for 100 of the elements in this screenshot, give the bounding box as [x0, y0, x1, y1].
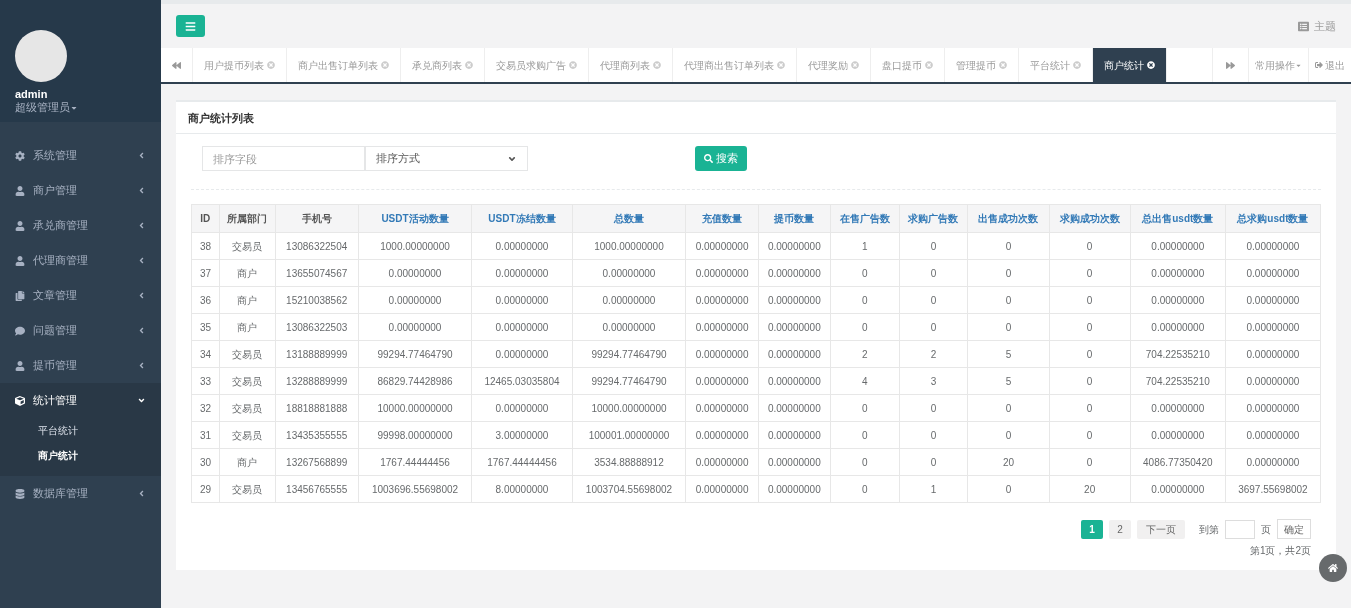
table-cell: 0.00000000 — [758, 367, 831, 395]
table-cell: 4086.77350420 — [1130, 448, 1226, 476]
sort-order-select[interactable]: 排序方式 — [365, 146, 528, 171]
column-header[interactable]: 求购成功次数 — [1049, 204, 1131, 233]
table-cell: 0.00000000 — [758, 259, 831, 287]
sidebar-item[interactable]: 统计管理 — [0, 383, 161, 418]
table-cell: 5 — [967, 340, 1050, 368]
table-cell: 13086322504 — [275, 232, 359, 260]
close-icon — [999, 61, 1007, 69]
table-cell: 交易员 — [219, 340, 276, 368]
user-name: admin — [15, 88, 49, 101]
table-cell: 0.00000000 — [685, 394, 759, 422]
menu-icon — [185, 20, 196, 32]
user-icon — [15, 220, 25, 231]
actions-dropdown[interactable]: 常用操作 — [1248, 48, 1308, 82]
table-cell: 8.00000000 — [471, 475, 572, 503]
table-cell: 32 — [191, 394, 220, 422]
user-icon — [15, 185, 25, 196]
column-header: 所属部门 — [219, 204, 276, 233]
table-cell: 0.00000000 — [572, 286, 686, 314]
submenu-item[interactable]: 平台统计 — [0, 418, 161, 443]
column-header[interactable]: 出售成功次数 — [967, 204, 1050, 233]
table-cell: 29 — [191, 475, 220, 503]
table-cell: 0.00000000 — [758, 475, 831, 503]
table-cell: 0.00000000 — [1225, 367, 1321, 395]
back-to-top-button[interactable] — [1319, 554, 1347, 582]
chevron-left-icon — [137, 326, 146, 335]
theme-icon — [1298, 20, 1309, 32]
table-cell: 30 — [191, 448, 220, 476]
logout-button[interactable]: 退出 — [1308, 48, 1351, 82]
table-cell: 0.00000000 — [1225, 286, 1321, 314]
table-cell: 0.00000000 — [685, 232, 759, 260]
sidebar-item[interactable]: 文章管理 — [0, 278, 161, 313]
page-tab[interactable]: 管理提币 — [945, 48, 1019, 82]
menu-button[interactable] — [176, 15, 205, 37]
table-cell: 0.00000000 — [1225, 232, 1321, 260]
table-cell: 13267568899 — [275, 448, 359, 476]
sidebar-item[interactable]: 代理商管理 — [0, 243, 161, 278]
page-tab[interactable]: 用户提币列表 — [193, 48, 287, 82]
sort-field-input[interactable]: 排序字段 — [202, 146, 365, 171]
table-cell: 33 — [191, 367, 220, 395]
table-cell: 37 — [191, 259, 220, 287]
page-tab[interactable]: 商户出售订单列表 — [287, 48, 401, 82]
column-header[interactable]: 总求购usdt数量 — [1225, 204, 1321, 233]
table-cell: 交易员 — [219, 421, 276, 449]
table-cell: 1767.44444456 — [358, 448, 472, 476]
table-cell: 0.00000000 — [358, 313, 472, 341]
column-header[interactable]: 总出售usdt数量 — [1130, 204, 1226, 233]
page-unit-label: 页 — [1261, 522, 1271, 537]
column-header[interactable]: USDT活动数量 — [358, 204, 472, 233]
table-cell: 13188889999 — [275, 340, 359, 368]
page-number-input[interactable] — [1225, 519, 1255, 539]
sidebar-item[interactable]: 提币管理 — [0, 348, 161, 383]
table-cell: 0.00000000 — [685, 367, 759, 395]
table-cell: 0.00000000 — [1225, 259, 1321, 287]
page-tab[interactable]: 代理商列表 — [589, 48, 673, 82]
column-header: ID — [191, 204, 220, 233]
sidebar-item[interactable]: 承兑商管理 — [0, 208, 161, 243]
search-button[interactable]: 搜索 — [695, 146, 747, 171]
column-header[interactable]: 在售广告数 — [830, 204, 900, 233]
column-header[interactable]: 充值数量 — [685, 204, 759, 233]
close-icon — [267, 61, 275, 69]
table-cell: 99294.77464790 — [572, 367, 686, 395]
page-tab[interactable]: 盘口提币 — [871, 48, 945, 82]
role-dropdown[interactable]: 超级管理员 — [15, 101, 78, 114]
table-cell: 0.00000000 — [685, 475, 759, 503]
sidebar-item[interactable]: 问题管理 — [0, 313, 161, 348]
search-icon — [704, 154, 713, 163]
table-cell: 0.00000000 — [471, 232, 572, 260]
table-cell: 商户 — [219, 448, 276, 476]
column-header[interactable]: USDT冻结数量 — [471, 204, 572, 233]
table-cell: 0.00000000 — [1130, 394, 1226, 422]
sidebar-item[interactable]: 系统管理 — [0, 138, 161, 173]
page-tab[interactable]: 交易员求购广告 — [485, 48, 589, 82]
page-tab[interactable]: 代理奖励 — [797, 48, 871, 82]
table-cell: 10000.00000000 — [572, 394, 686, 422]
database-icon — [15, 488, 25, 499]
table-cell: 商户 — [219, 313, 276, 341]
page-tab[interactable]: 承兑商列表 — [401, 48, 485, 82]
theme-button[interactable]: 主题 — [1298, 17, 1336, 35]
sidebar-item[interactable]: 商户管理 — [0, 173, 161, 208]
table-cell: 0.00000000 — [1225, 340, 1321, 368]
submenu-item[interactable]: 商户统计 — [0, 443, 161, 468]
column-header[interactable]: 求购广告数 — [899, 204, 968, 233]
next-page-button[interactable]: 下一页 — [1137, 519, 1185, 539]
table-cell: 0 — [1049, 313, 1131, 341]
sidebar-item[interactable]: 数据库管理 — [0, 476, 161, 511]
table-cell: 13435355555 — [275, 421, 359, 449]
page-tab[interactable]: 代理商出售订单列表 — [673, 48, 797, 82]
column-header: 手机号 — [275, 204, 359, 233]
table-cell: 0 — [1049, 421, 1131, 449]
confirm-button[interactable]: 确定 — [1277, 519, 1311, 539]
page-tab[interactable]: 商户统计 — [1093, 48, 1167, 82]
column-header[interactable]: 总数量 — [572, 204, 686, 233]
page-button[interactable]: 2 — [1109, 519, 1131, 539]
page-button[interactable]: 1 — [1081, 519, 1103, 539]
table-cell: 2 — [899, 340, 968, 368]
column-header[interactable]: 提币数量 — [758, 204, 831, 233]
table-cell: 0 — [830, 259, 900, 287]
table-cell: 0.00000000 — [1225, 421, 1321, 449]
